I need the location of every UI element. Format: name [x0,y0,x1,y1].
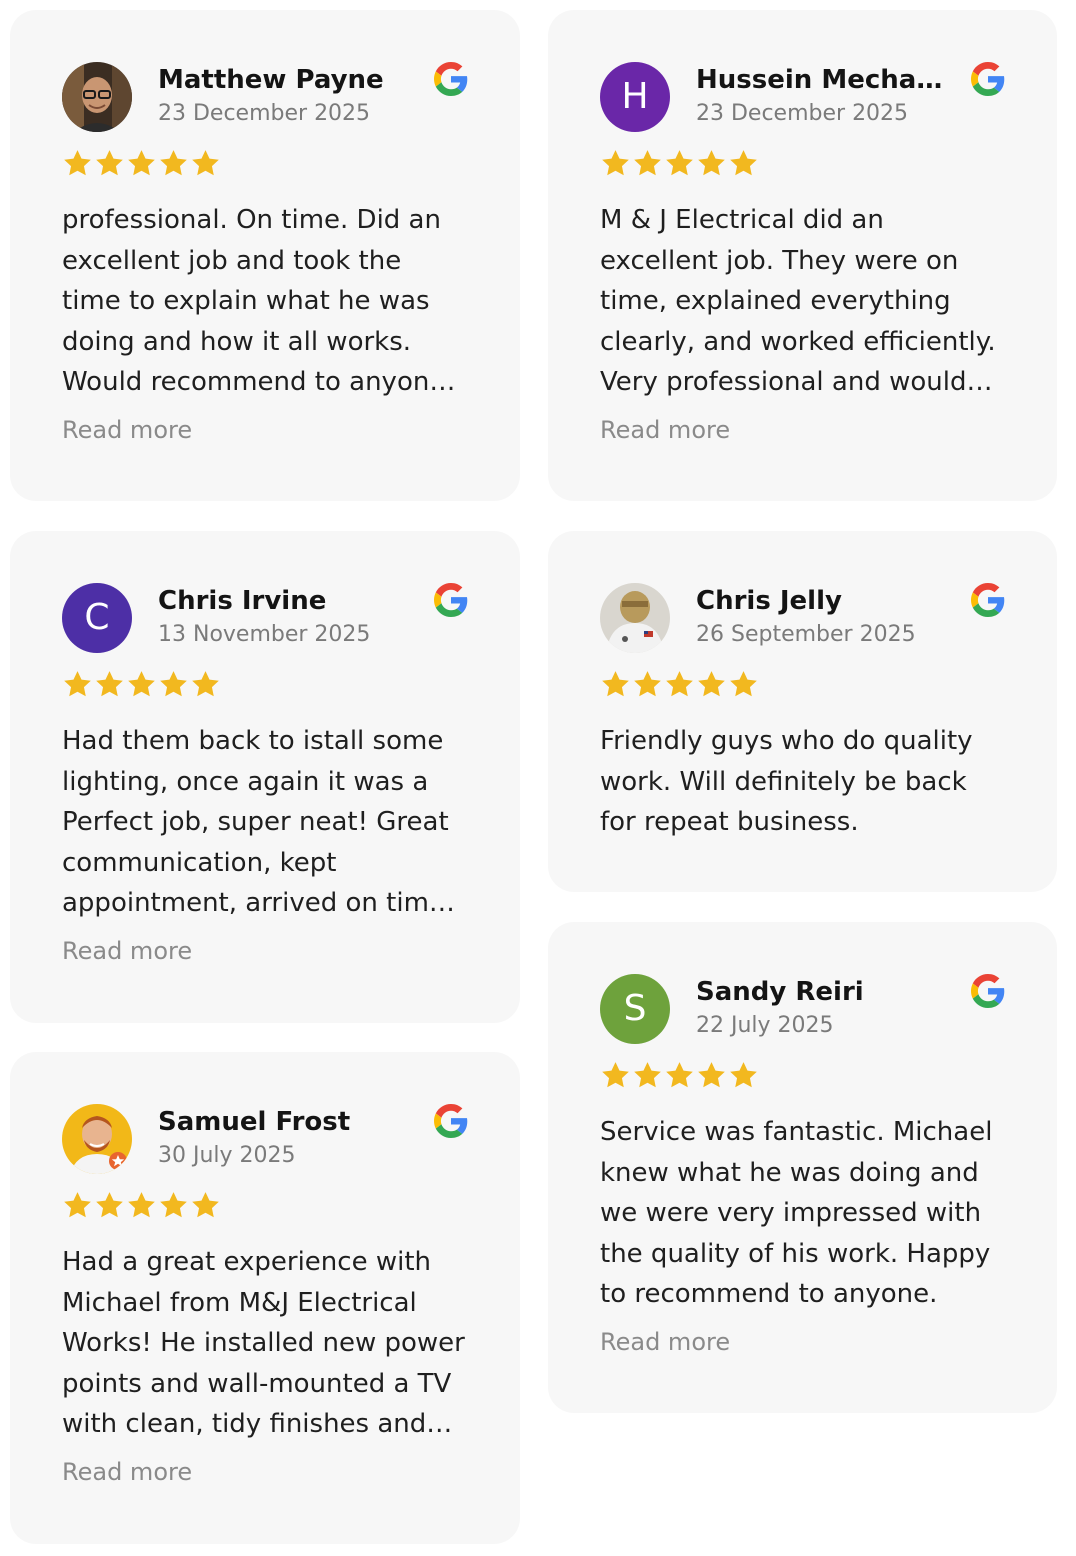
review-text: M & J Electrical did an excellent job. T… [600,205,996,397]
review-header: Matthew Payne 23 December 2025 [62,60,468,134]
star-icon [158,1190,189,1221]
reviewer-avatar[interactable] [62,1104,132,1174]
reviewer-avatar[interactable]: C [62,583,132,653]
star-icon [664,148,695,179]
star-icon [728,669,759,700]
star-icon [632,1060,663,1091]
reviewer-avatar[interactable] [62,62,132,132]
read-more-link[interactable]: Read more [62,936,192,966]
star-rating [62,1190,468,1226]
star-icon [600,148,631,179]
review-header: S Sandy Reiri 22 July 2025 [600,972,1005,1046]
star-rating [600,669,1005,705]
review-date: 23 December 2025 [696,101,909,126]
star-icon [94,1190,125,1221]
reviewer-name[interactable]: Sandy Reiri [696,976,947,1008]
google-logo-icon [434,1104,468,1138]
review-card: Chris Jelly 26 September 2025 Friendly g… [548,531,1057,892]
star-icon [158,669,189,700]
reviewer-name[interactable]: Hussein Mechaouri [696,64,947,96]
star-icon [62,669,93,700]
read-more-link[interactable]: Read more [62,415,192,445]
review-date: 23 December 2025 [158,101,371,126]
read-more-link[interactable]: Read more [62,1457,192,1487]
reviewer-avatar[interactable]: H [600,62,670,132]
star-icon [126,669,157,700]
google-logo-icon [971,62,1005,96]
google-logo-icon [434,583,468,617]
star-icon [664,669,695,700]
star-rating [600,148,1005,184]
review-date: 26 September 2025 [696,622,916,647]
review-date: 22 July 2025 [696,1013,834,1038]
star-icon [94,148,125,179]
star-icon [632,148,663,179]
review-header: C Chris Irvine 13 November 2025 [62,581,468,655]
star-icon [600,669,631,700]
review-text: Had a great experience with Michael from… [62,1247,465,1439]
avatar-initial: C [84,597,110,638]
star-icon [94,669,125,700]
star-icon [728,1060,759,1091]
avatar-initial: S [623,988,647,1029]
star-icon [126,148,157,179]
google-logo-icon [434,62,468,96]
reviewer-name[interactable]: Samuel Frost [158,1106,410,1138]
review-text: professional. On time. Did an excellent … [62,205,446,397]
reviewer-avatar[interactable]: S [600,974,670,1044]
read-more-link[interactable]: Read more [600,415,730,445]
review-date: 30 July 2025 [158,1143,296,1168]
read-more-link[interactable]: Read more [600,1327,730,1357]
review-text: Service was fantastic. Michael knew what… [600,1117,993,1309]
reviewer-name[interactable]: Chris Irvine [158,585,410,617]
star-rating [600,1060,1005,1096]
reviewer-name[interactable]: Matthew Payne [158,64,410,96]
review-card: C Chris Irvine 13 November 2025 Had them… [10,531,520,1023]
review-text: Friendly guys who do quality work. Will … [600,726,973,837]
review-header: Chris Jelly 26 September 2025 [600,581,1005,655]
star-icon [600,1060,631,1091]
star-icon [62,1190,93,1221]
star-icon [126,1190,157,1221]
star-rating [62,669,468,705]
star-icon [664,1060,695,1091]
review-card: S Sandy Reiri 22 July 2025 Service was f… [548,922,1057,1413]
review-card: H Hussein Mechaouri 23 December 2025 M &… [548,10,1057,501]
reviewer-avatar[interactable] [600,583,670,653]
review-header: H Hussein Mechaouri 23 December 2025 [600,60,1005,134]
star-icon [632,669,663,700]
review-card: Samuel Frost 30 July 2025 Had a great ex… [10,1052,520,1544]
review-header: Samuel Frost 30 July 2025 [62,1102,468,1176]
star-rating [62,148,468,184]
star-icon [190,1190,221,1221]
reviewer-name[interactable]: Chris Jelly [696,585,947,617]
star-icon [190,669,221,700]
star-icon [158,148,189,179]
google-logo-icon [971,974,1005,1008]
star-icon [728,148,759,179]
star-icon [696,148,727,179]
review-text: Had them back to istall some lighting, o… [62,726,449,918]
star-icon [696,1060,727,1091]
review-card: Matthew Payne 23 December 2025 professio… [10,10,520,501]
star-icon [190,148,221,179]
star-icon [696,669,727,700]
star-icon [62,148,93,179]
avatar-initial: H [621,76,649,117]
review-date: 13 November 2025 [158,622,371,647]
google-logo-icon [971,583,1005,617]
